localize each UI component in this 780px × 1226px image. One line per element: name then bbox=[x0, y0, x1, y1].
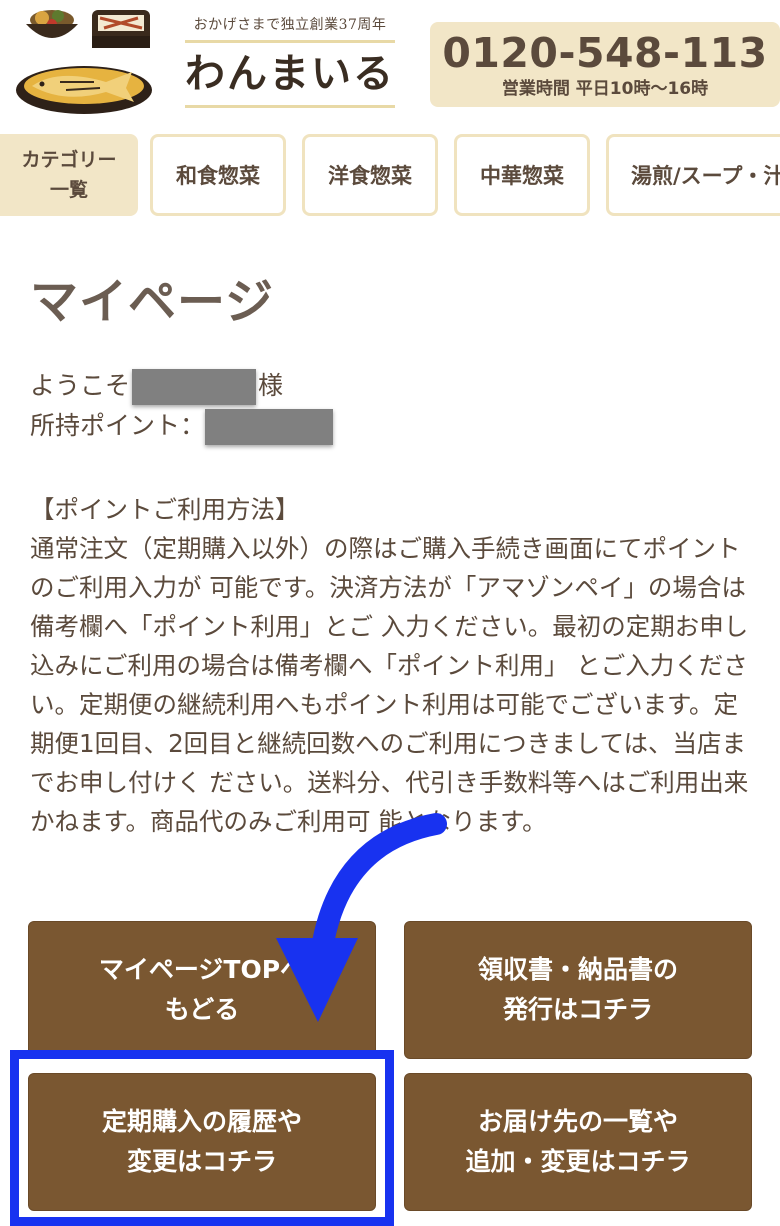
delivery-address-button[interactable]: お届け先の一覧や 追加・変更はコチラ bbox=[404, 1073, 752, 1211]
welcome-block: ようこそ 様 所持ポイント： bbox=[30, 366, 334, 446]
redacted-points-value bbox=[205, 409, 334, 445]
receipt-button[interactable]: 領収書・納品書の 発行はコチラ bbox=[404, 921, 752, 1059]
mypage-top-label-line1: マイページTOPへ bbox=[98, 955, 306, 984]
points-info-body: 通常注文（定期購入以外）の際はご購入手続き画面にてポイントのご利用入力が 可能で… bbox=[30, 534, 749, 836]
category-tab-chuka[interactable]: 中華惣菜 bbox=[454, 134, 590, 216]
category-all-label-line1: カテゴリー bbox=[21, 149, 117, 171]
points-label: 所持ポイント： bbox=[30, 411, 206, 440]
receipt-label-line2: 発行はコチラ bbox=[502, 995, 653, 1024]
site-logo[interactable] bbox=[14, 6, 156, 118]
category-tab-yoshoku[interactable]: 洋食惣菜 bbox=[302, 134, 438, 216]
subscription-label-line2: 変更はコチラ bbox=[126, 1147, 277, 1176]
welcome-suffix: 様 bbox=[258, 371, 284, 400]
phone-contact-box[interactable]: 0120-548-113 営業時間 平日10時〜16時 bbox=[430, 22, 780, 107]
points-usage-info: 【ポイントご利用方法】 通常注文（定期購入以外）の際はご購入手続き画面にてポイン… bbox=[30, 490, 755, 841]
points-info-heading: 【ポイントご利用方法】 bbox=[30, 495, 300, 524]
food-bowls-logo-icon bbox=[16, 10, 152, 114]
category-nav: カテゴリー 一覧 和食惣菜 洋食惣菜 中華惣菜 湯煎/スープ・汁 bbox=[0, 134, 780, 218]
mypage-top-label-line2: もどる bbox=[164, 995, 240, 1024]
welcome-prefix: ようこそ bbox=[30, 371, 131, 400]
category-tab-washoku[interactable]: 和食惣菜 bbox=[150, 134, 286, 216]
mypage-top-button[interactable]: マイページTOPへ もどる bbox=[28, 921, 376, 1059]
brand-divider-top bbox=[185, 40, 395, 43]
address-label-line1: お届け先の一覧や bbox=[477, 1107, 678, 1136]
address-label-line2: 追加・変更はコチラ bbox=[465, 1147, 691, 1176]
redacted-user-name bbox=[132, 369, 257, 405]
subscription-history-button[interactable]: 定期購入の履歴や 変更はコチラ bbox=[28, 1073, 376, 1211]
category-tab-soup[interactable]: 湯煎/スープ・汁 bbox=[606, 134, 780, 216]
receipt-label-line1: 領収書・納品書の bbox=[477, 955, 678, 984]
page-title: マイページ bbox=[30, 274, 275, 330]
category-all-label-line2: 一覧 bbox=[49, 179, 88, 201]
brand-divider-bottom bbox=[185, 105, 395, 108]
category-all-button[interactable]: カテゴリー 一覧 bbox=[0, 134, 138, 216]
brand-tagline: おかげさまで独立創業37周年 bbox=[193, 17, 387, 33]
points-line: 所持ポイント： bbox=[30, 406, 334, 446]
brand-name: わんまいる bbox=[185, 50, 395, 97]
business-hours: 営業時間 平日10時〜16時 bbox=[501, 79, 709, 99]
subscription-label-line1: 定期購入の履歴や bbox=[101, 1107, 302, 1136]
brand-block[interactable]: おかげさまで独立創業37周年 わんまいる bbox=[185, 14, 395, 114]
welcome-line: ようこそ 様 bbox=[30, 366, 333, 406]
phone-number[interactable]: 0120-548-113 bbox=[430, 28, 780, 78]
